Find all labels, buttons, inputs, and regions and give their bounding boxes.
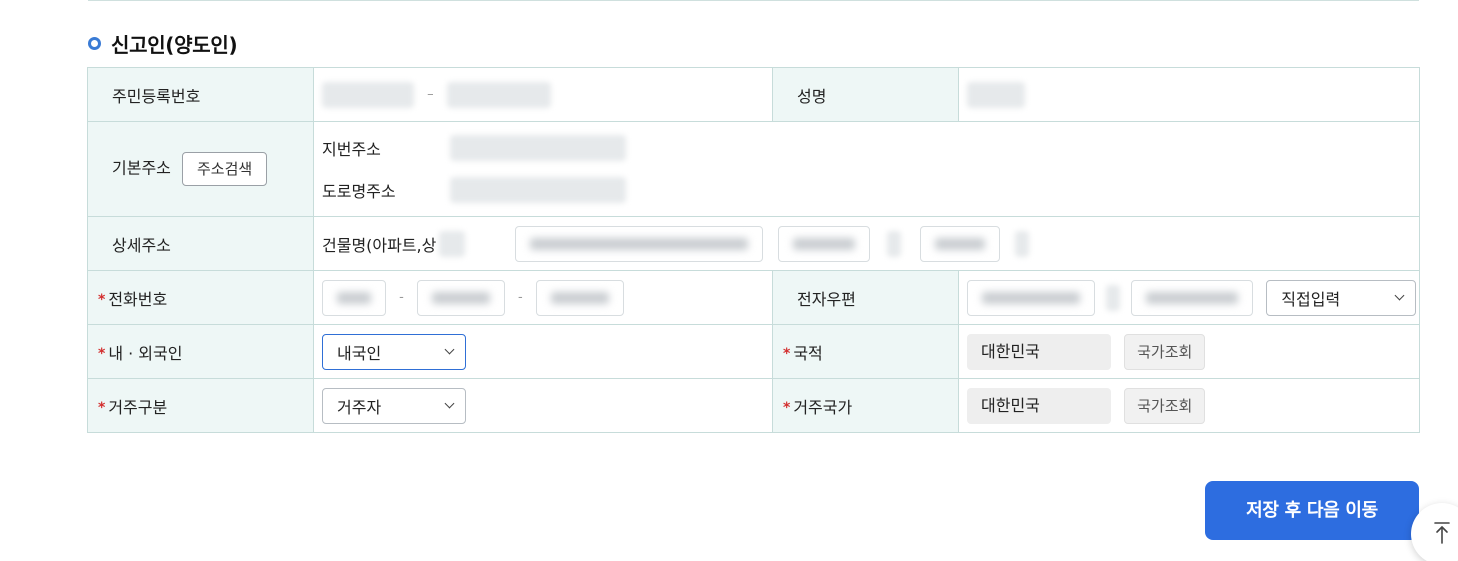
country-value-cell: 대한민국 국가조회 (958, 324, 1420, 379)
reporter-form-table: 주민등록번호 – 성명 기본주소 주소검색 지번주소 도로명주소 상세주소 건물… (87, 67, 1420, 433)
row-nationality: * 내 · 외국인 내국인 * 국적 대한민국 국가조회 (87, 324, 1420, 379)
required-mark: * (98, 291, 106, 308)
ho-suffix-redacted (1014, 230, 1029, 257)
phone-1-input[interactable] (322, 279, 386, 316)
dong-suffix-redacted (886, 230, 901, 257)
phone-values: - - (313, 270, 773, 325)
phone-dash-2: - (517, 290, 523, 305)
residence-country-label-cell: * 거주국가 (772, 378, 959, 433)
at-sign-redacted (1106, 284, 1121, 311)
section-title: 신고인(양도인) (111, 32, 238, 57)
nationality-type-value-cell: 내국인 (313, 324, 773, 379)
phone-2-input[interactable] (416, 279, 505, 316)
rrn-dash: – (427, 87, 434, 102)
residence-country-value-cell: 대한민국 국가조회 (958, 378, 1420, 433)
road-label: 도로명주소 (322, 182, 396, 201)
residence-country-lookup-button[interactable]: 국가조회 (1124, 387, 1206, 424)
save-and-next-button[interactable]: 저장 후 다음 이동 (1205, 481, 1419, 540)
phone-dash-1: - (399, 290, 404, 305)
required-mark: * (783, 345, 791, 362)
row-residence: * 거주구분 거주자 * 거주국가 대한민국 국가조회 (87, 378, 1420, 433)
row-detail-address: 상세주소 건물명(아파트,상 (87, 216, 1420, 271)
chevron-down-icon (1394, 290, 1405, 301)
phone-3-input[interactable] (535, 279, 624, 316)
country-label-cell: * 국적 (772, 324, 959, 379)
address-label-cell: 기본주소 주소검색 (87, 121, 314, 217)
address-search-button[interactable]: 주소검색 (181, 152, 268, 186)
residence-country-field: 대한민국 (967, 387, 1111, 424)
address-values: 지번주소 도로명주소 (313, 121, 1420, 217)
residence-value-cell: 거주자 (313, 378, 773, 433)
rrn-label: 주민등록번호 (87, 67, 314, 122)
name-value (958, 67, 1420, 122)
residence-select[interactable]: 거주자 (322, 387, 466, 424)
required-mark: * (98, 399, 106, 416)
chevron-down-icon (444, 344, 455, 355)
row-address: 기본주소 주소검색 지번주소 도로명주소 (87, 121, 1420, 217)
top-divider (88, 0, 1419, 1)
row-rrn: 주민등록번호 – 성명 (87, 67, 1420, 122)
building-label-redacted (439, 230, 466, 257)
jibun-label: 지번주소 (322, 140, 381, 159)
chevron-down-icon (444, 398, 455, 409)
name-redacted (967, 81, 1025, 108)
arrow-up-to-top-icon (1434, 522, 1450, 544)
road-redacted (450, 177, 626, 203)
required-mark: * (98, 345, 106, 362)
nationality-type-label: 내 · 외국인 (108, 343, 183, 363)
nationality-type-value: 내국인 (337, 343, 382, 363)
dong-input[interactable] (777, 225, 870, 262)
section-header: 신고인(양도인) (88, 28, 238, 58)
phone-label: 전화번호 (108, 289, 168, 309)
jibun-address-line: 지번주소 (322, 127, 1419, 169)
ring-bullet-icon (88, 36, 101, 50)
email-domain-input[interactable] (1131, 279, 1254, 316)
road-address-line: 도로명주소 (322, 169, 1419, 211)
detail-values: 건물명(아파트,상 (313, 216, 1420, 271)
email-label: 전자우편 (772, 270, 959, 325)
rrn-value: – (313, 67, 773, 122)
nationality-type-label-cell: * 내 · 외국인 (87, 324, 314, 379)
detail-label: 상세주소 (87, 216, 314, 271)
email-id-input[interactable] (967, 279, 1095, 316)
building-name-input[interactable] (514, 225, 763, 262)
country-lookup-button[interactable]: 국가조회 (1124, 333, 1206, 370)
name-label: 성명 (772, 67, 959, 122)
required-mark: * (783, 399, 791, 416)
nationality-type-select[interactable]: 내국인 (322, 333, 466, 370)
ho-input[interactable] (919, 225, 1000, 262)
phone-label-cell: * 전화번호 (87, 270, 314, 325)
building-label: 건물명(아파트,상 (322, 235, 437, 255)
country-field: 대한민국 (967, 333, 1111, 370)
email-values: 직접입력 (958, 270, 1420, 325)
residence-label-cell: * 거주구분 (87, 378, 314, 433)
email-select-value: 직접입력 (1281, 289, 1341, 309)
row-phone-email: * 전화번호 - - 전자우편 직접입력 (87, 270, 1420, 325)
email-domain-select[interactable]: 직접입력 (1266, 279, 1417, 316)
jibun-redacted (450, 135, 626, 161)
country-label: 국적 (793, 343, 823, 363)
rrn-back-redacted (446, 81, 551, 108)
rrn-front-redacted (322, 81, 414, 108)
residence-label: 거주구분 (108, 397, 168, 417)
address-label: 기본주소 (112, 158, 171, 178)
residence-value: 거주자 (337, 397, 382, 417)
residence-country-label: 거주국가 (793, 397, 853, 417)
